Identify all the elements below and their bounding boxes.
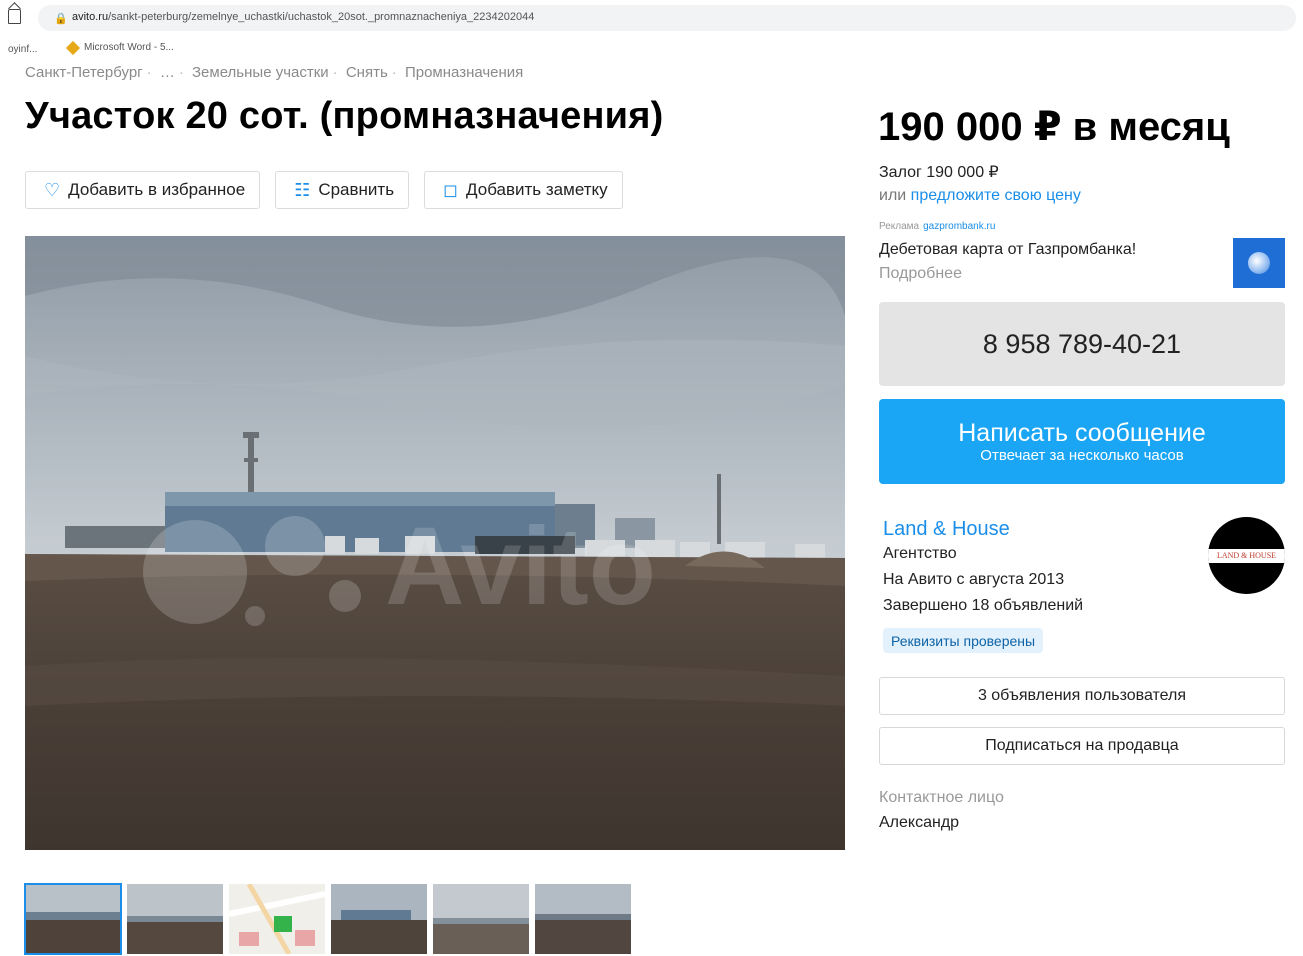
ad-domain-link[interactable]: gazprombank.ru: [923, 221, 995, 232]
add-note-button[interactable]: ◻ Добавить заметку: [424, 171, 623, 209]
lock-icon[interactable]: 🔒: [54, 12, 68, 25]
thumbnail-map[interactable]: [229, 884, 325, 954]
ad-logo-icon[interactable]: [1233, 238, 1285, 288]
breadcrumb-item[interactable]: Земельные участки: [192, 64, 329, 81]
thumbnail-photo[interactable]: [24, 883, 122, 955]
breadcrumb-item[interactable]: Промназначения: [405, 64, 523, 81]
seller-type: Агентство: [883, 545, 957, 562]
write-message-button[interactable]: Написать сообщение Отвечает за несколько…: [879, 399, 1285, 484]
thumbnail-photo[interactable]: [433, 884, 529, 954]
home-icon[interactable]: [8, 9, 21, 24]
url-text[interactable]: avito.ru/sankt-peterburg/zemelnye_uchast…: [72, 11, 534, 23]
show-phone-button[interactable]: 8 958 789-40-21: [879, 302, 1285, 386]
browser-address-bar: 🔒 avito.ru/sankt-peterburg/zemelnye_ucha…: [0, 0, 1303, 36]
thumbnail-photo[interactable]: [535, 884, 631, 954]
contact-person-name: Александр: [879, 814, 960, 831]
thumbnail-photo[interactable]: [127, 884, 223, 954]
main-photo[interactable]: Avito: [25, 236, 845, 850]
heart-icon: ♡: [44, 180, 61, 200]
contact-person-label: Контактное лицо: [879, 789, 1004, 806]
page-title: Участок 20 сот. (промназначения): [25, 95, 664, 137]
bookmarks-bar: oyinf... Microsoft Word - 5...: [0, 36, 1303, 64]
thumbnail-photo[interactable]: [331, 884, 427, 954]
note-icon: ◻: [443, 180, 459, 200]
price: 190 000 ₽ в месяц: [878, 105, 1230, 149]
breadcrumb-item[interactable]: Санкт-Петербург: [25, 64, 143, 81]
verified-badge[interactable]: Реквизиты проверены: [883, 628, 1044, 653]
bookmark-item[interactable]: Microsoft Word - 5...: [65, 40, 174, 55]
ad-source: Реклама gazprombank.ru: [879, 221, 996, 232]
seller-completed: Завершено 18 объявлений: [883, 597, 1084, 614]
add-to-favorites-button[interactable]: ♡ Добавить в избранное: [25, 171, 261, 209]
deposit: Залог 190 000 ₽: [879, 164, 999, 181]
bookmark-favicon-icon: [65, 40, 81, 55]
seller-since: На Авито с августа 2013: [883, 571, 1065, 588]
ad-more-link[interactable]: Подробнее: [879, 265, 962, 283]
seller-name-link[interactable]: Land & House: [883, 518, 1010, 541]
watermark-text: Avito: [385, 505, 656, 628]
bookmark-item[interactable]: oyinf...: [8, 44, 37, 55]
breadcrumb: Санкт-Петербург · … · Земельные участки · С…: [25, 64, 524, 81]
seller-listings-button[interactable]: 3 объявления пользователя: [879, 677, 1285, 715]
offer-price-link[interactable]: предложите свою цену: [911, 187, 1081, 204]
ad-text[interactable]: Дебетовая карта от Газпромбанка!: [879, 241, 1136, 259]
compare-icon: ☷: [294, 180, 311, 200]
seller-avatar[interactable]: LAND & HOUSE: [1208, 517, 1285, 594]
breadcrumb-item[interactable]: Снять: [346, 64, 388, 81]
compare-button[interactable]: ☷ Сравнить: [275, 171, 410, 209]
offer-line: или предложите свою цену: [879, 187, 1081, 204]
thumbnail-strip: [24, 883, 631, 955]
breadcrumb-item[interactable]: …: [160, 64, 175, 81]
listing-actions: ♡ Добавить в избранное ☷ Сравнить ◻ Доба…: [25, 171, 623, 209]
subscribe-seller-button[interactable]: Подписаться на продавца: [879, 727, 1285, 765]
